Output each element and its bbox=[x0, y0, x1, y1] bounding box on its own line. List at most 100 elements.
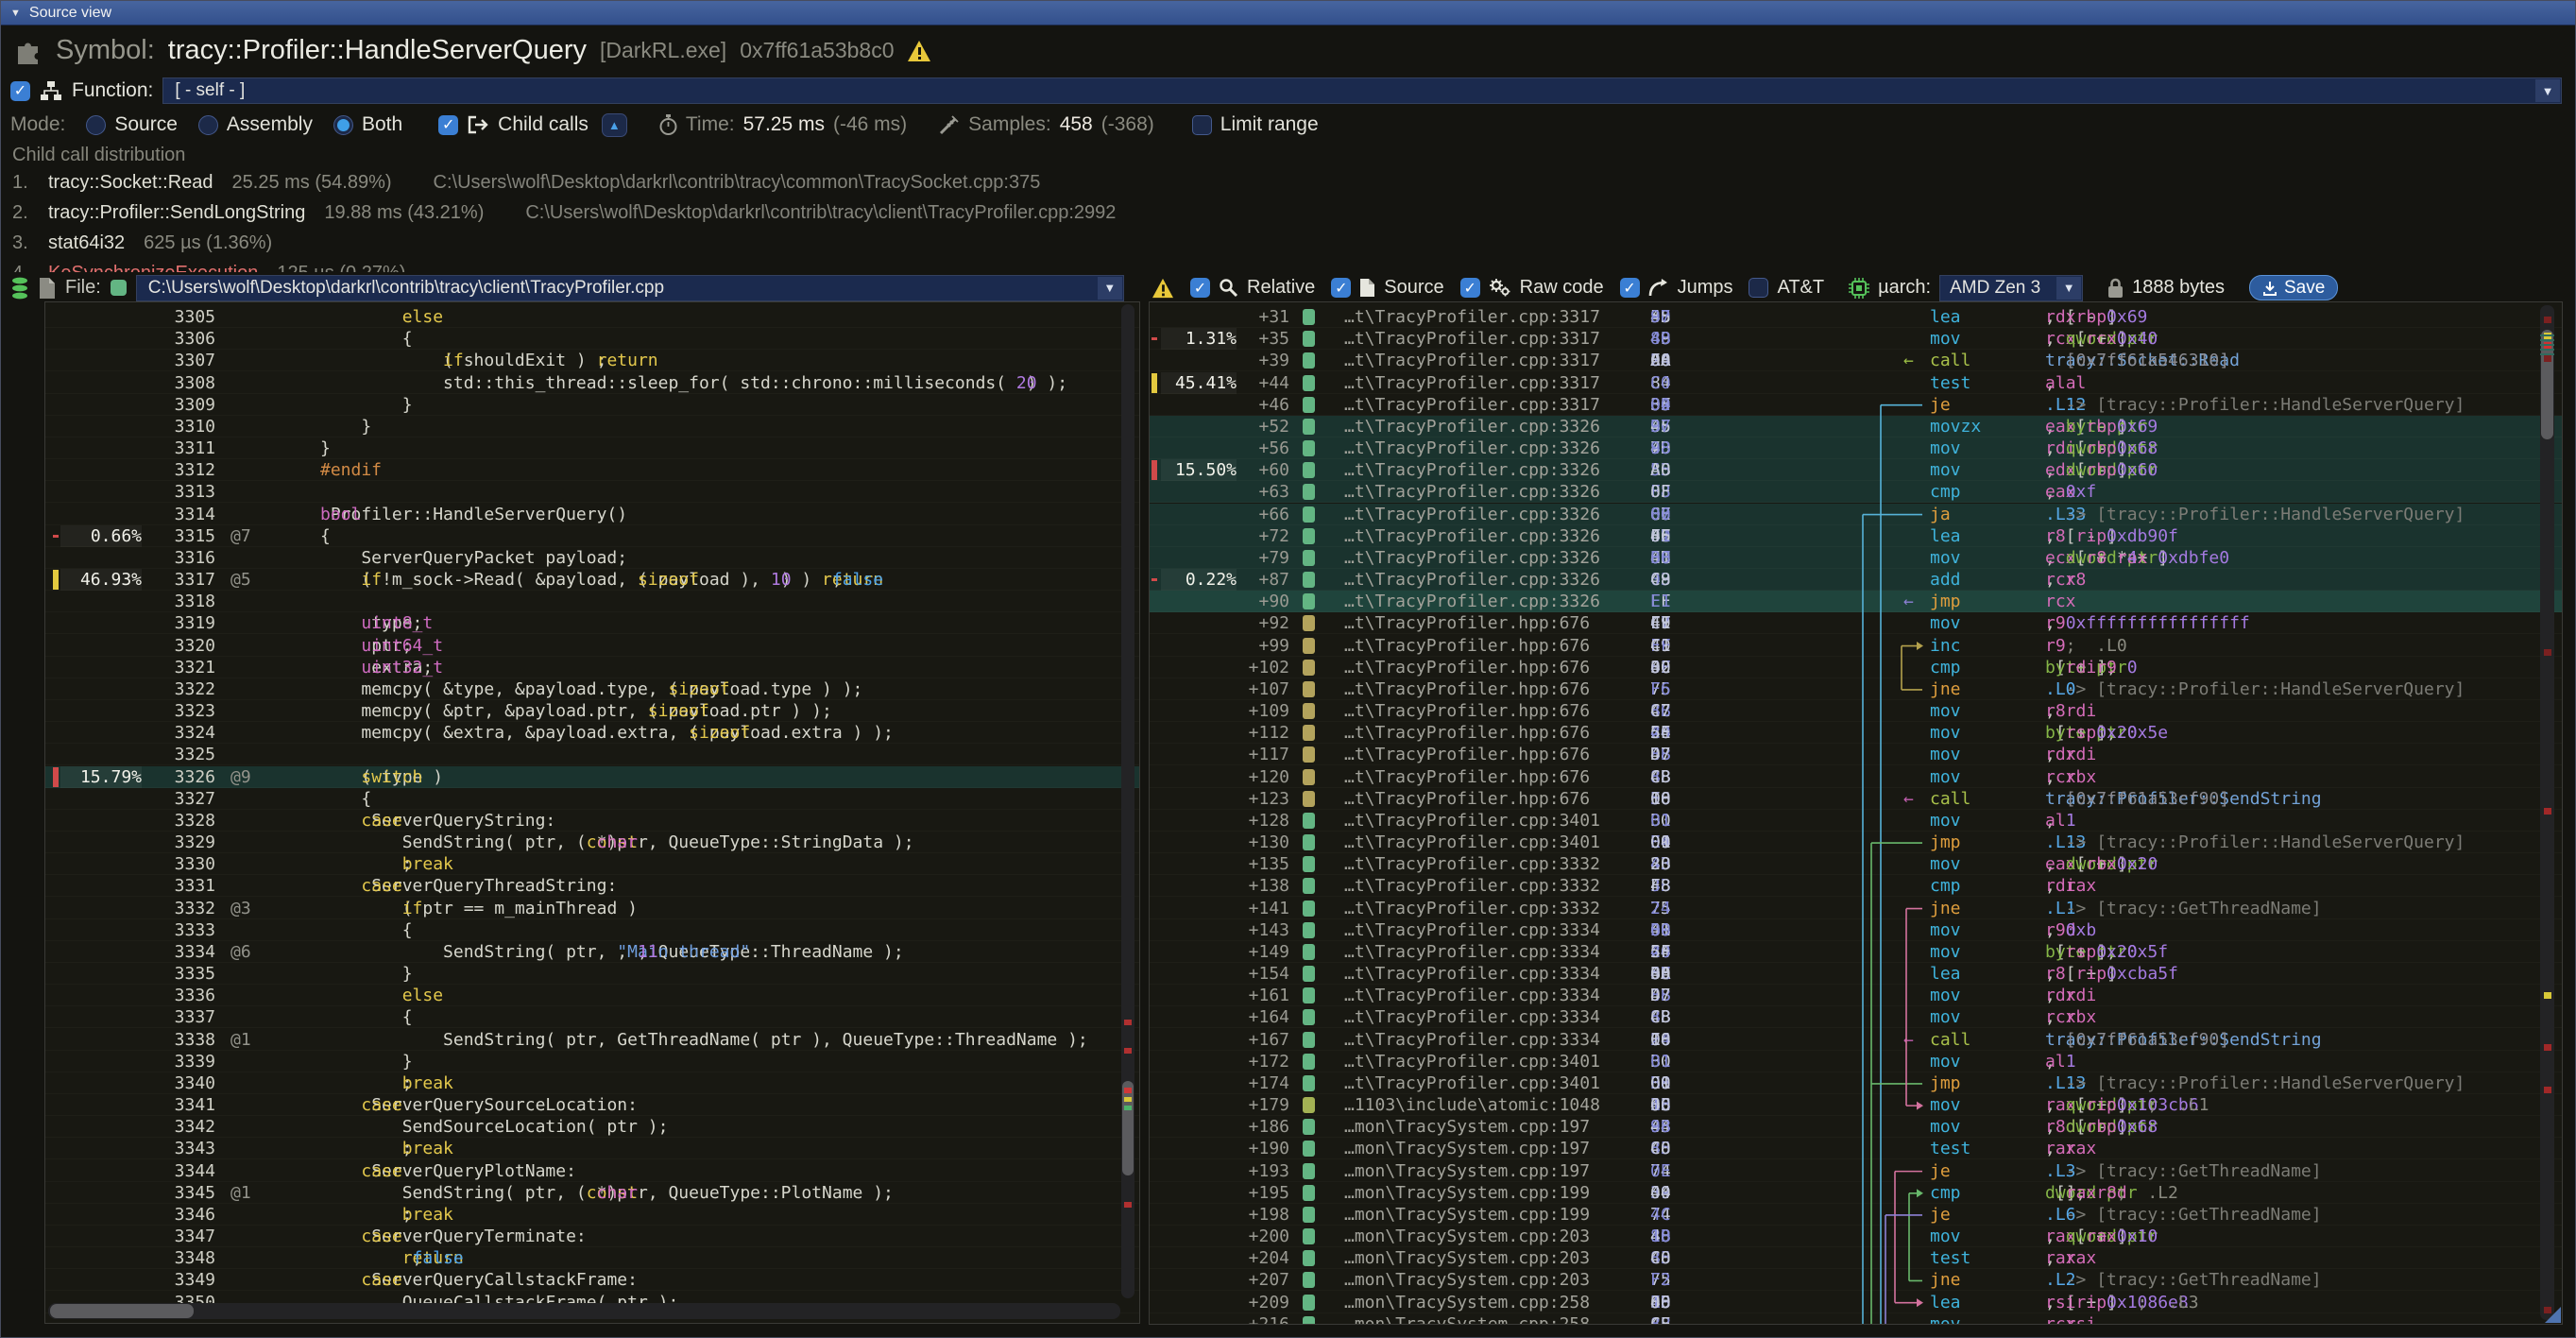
asm-instruction-row[interactable]: 0.22%+87…t\TracyProfiler.cpp:33264903C8a… bbox=[1150, 569, 2562, 591]
asm-instruction-row[interactable]: 15.50%+60…t\TracyProfiler.cpp:33268B55A0… bbox=[1150, 459, 2562, 481]
asm-source-location[interactable]: …t\TracyProfiler.cpp:3334 bbox=[1344, 985, 1600, 1006]
source-line-row[interactable]: 3341 case ServerQuerySourceLocation: bbox=[45, 1094, 1139, 1116]
asm-source-location[interactable]: …t\TracyProfiler.cpp:3332 bbox=[1344, 898, 1600, 919]
asm-instruction-row[interactable]: +128…t\TracyProfiler.cpp:3401B001moval, … bbox=[1150, 810, 2562, 832]
source-line-row[interactable]: 3319 uint8_t type; bbox=[45, 612, 1139, 634]
march-combo[interactable]: AMD Zen 3 ▼ bbox=[1939, 275, 2083, 301]
asm-source-location[interactable]: …t\TracyProfiler.hpp:676 bbox=[1344, 744, 1590, 765]
asm-source-location[interactable]: …t\TracyProfiler.cpp:3326 bbox=[1344, 591, 1600, 612]
asm-source-location[interactable]: …mon\TracySystem.cpp:203 bbox=[1344, 1269, 1590, 1291]
asm-instruction-row[interactable]: +143…t\TracyProfiler.cpp:333441B90B00000… bbox=[1150, 919, 2562, 941]
asm-source-location[interactable]: …mon\TracySystem.cpp:199 bbox=[1344, 1204, 1590, 1226]
file-combo[interactable]: C:\Users\wolf\Desktop\darkrl\contrib\tra… bbox=[136, 275, 1124, 301]
asm-source-location[interactable]: …t\TracyProfiler.hpp:676 bbox=[1344, 700, 1590, 722]
asm-source-location[interactable]: …t\TracyProfiler.cpp:3332 bbox=[1344, 853, 1600, 875]
asm-source-location[interactable]: …t\TracyProfiler.cpp:3334 bbox=[1344, 919, 1600, 941]
source-line-row[interactable]: 3309 } bbox=[45, 394, 1139, 416]
source-line-row[interactable]: 3344 case ServerQueryPlotName: bbox=[45, 1160, 1139, 1182]
asm-instruction-row[interactable]: +92…t\TracyProfiler.hpp:67649C7C1FFFFFFF… bbox=[1150, 612, 2562, 634]
asm-instruction-row[interactable]: +195…mon\TracySystem.cpp:199443900cmpdwo… bbox=[1150, 1182, 2562, 1204]
distribution-item[interactable]: 1.tracy::Socket::Read25.25 ms (54.89%)C:… bbox=[12, 172, 1512, 202]
asm-source-location[interactable]: …t\TracyProfiler.cpp:3334 bbox=[1344, 1006, 1600, 1028]
asm-instruction-row[interactable]: +190…mon\TracySystem.cpp:1974885C0testra… bbox=[1150, 1138, 2562, 1159]
asm-source-location[interactable]: …t\TracyProfiler.cpp:3326 bbox=[1344, 525, 1600, 547]
asm-option-checkbox[interactable]: ✓ bbox=[1749, 278, 1768, 298]
source-line-row[interactable]: 3313 bbox=[45, 481, 1139, 503]
asm-instruction-row[interactable]: +109…t\TracyProfiler.hpp:6764C8BC7movr8,… bbox=[1150, 700, 2562, 722]
collapse-up-button[interactable]: ▲ bbox=[602, 113, 627, 137]
function-checkbox[interactable]: ✓ bbox=[10, 81, 30, 101]
asm-instruction-row[interactable]: +193…mon\TracySystem.cpp:197740Eje.L3 ->… bbox=[1150, 1160, 2562, 1182]
asm-source-location[interactable]: …t\TracyProfiler.hpp:676 bbox=[1344, 635, 1590, 657]
source-line-row[interactable]: 3349 case ServerQueryCallstackFrame: bbox=[45, 1269, 1139, 1291]
asm-instruction-row[interactable]: +174…t\TracyProfiler.cpp:3401E9B8010000j… bbox=[1150, 1072, 2562, 1094]
source-line-row[interactable]: 3322 memcpy( &type, &payload.type, sizeo… bbox=[45, 678, 1139, 700]
asm-instruction-row[interactable]: +172…t\TracyProfiler.cpp:3401B001moval, … bbox=[1150, 1051, 2562, 1072]
asm-source-location[interactable]: …t\TracyProfiler.hpp:676 bbox=[1344, 788, 1590, 810]
source-line-row[interactable]: 3311} bbox=[45, 437, 1139, 459]
source-line-row[interactable]: 3321 uint32_t extra; bbox=[45, 657, 1139, 678]
asm-instruction-row[interactable]: +216…mon\TracySystem.cpp:258488BCEmovrcx… bbox=[1150, 1313, 2562, 1325]
asm-instruction-row[interactable]: +179…1103\include\atomic:1048488B05B63C1… bbox=[1150, 1094, 2562, 1116]
asm-vscrollbar[interactable] bbox=[2540, 305, 2554, 1320]
asm-option-checkbox[interactable]: ✓ bbox=[1331, 278, 1351, 298]
asm-source-location[interactable]: …t\TracyProfiler.cpp:3326 bbox=[1344, 459, 1600, 481]
asm-instruction-row[interactable]: +135…t\TracyProfiler.cpp:33328B4320movea… bbox=[1150, 853, 2562, 875]
asm-source-location[interactable]: …t\TracyProfiler.hpp:676 bbox=[1344, 722, 1590, 744]
asm-source-location[interactable]: …t\TracyProfiler.cpp:3317 bbox=[1344, 350, 1600, 371]
collapse-triangle-icon[interactable]: ▼ bbox=[10, 8, 21, 19]
asm-instruction-row[interactable]: +204…mon\TracySystem.cpp:2034885C0testra… bbox=[1150, 1247, 2562, 1269]
limit-range-checkbox[interactable]: ✓ bbox=[1192, 115, 1212, 135]
source-line-row[interactable]: 3332@3 if( ptr == m_mainThread ) bbox=[45, 898, 1139, 919]
asm-option-checkbox[interactable]: ✓ bbox=[1620, 278, 1640, 298]
asm-source-location[interactable]: …t\TracyProfiler.cpp:3334 bbox=[1344, 941, 1600, 963]
asm-source-location[interactable]: …mon\TracySystem.cpp:197 bbox=[1344, 1138, 1590, 1159]
source-line-row[interactable]: 3340 break; bbox=[45, 1072, 1139, 1094]
asm-instruction-row[interactable]: +198…mon\TracySystem.cpp:199744Cje.L6 ->… bbox=[1150, 1204, 2562, 1226]
asm-instruction-row[interactable]: +107…t\TracyProfiler.hpp:67675F6jne.L0 -… bbox=[1150, 678, 2562, 700]
window-titlebar[interactable]: ▼ Source view bbox=[1, 1, 2575, 26]
asm-instruction-row[interactable]: +79…t\TracyProfiler.cpp:3326418B8C80E0BF… bbox=[1150, 547, 2562, 569]
asm-source-location[interactable]: …t\TracyProfiler.cpp:3317 bbox=[1344, 306, 1600, 328]
asm-instruction-row[interactable]: +112…t\TracyProfiler.hpp:676C64424205Emo… bbox=[1150, 722, 2562, 744]
source-line-row[interactable]: 3325 bbox=[45, 744, 1139, 765]
asm-option-jumps[interactable]: ✓Jumps bbox=[1620, 277, 1733, 299]
source-line-row[interactable]: 3339 } bbox=[45, 1051, 1139, 1072]
asm-source-location[interactable]: …t\TracyProfiler.cpp:3332 bbox=[1344, 875, 1600, 897]
chevron-down-icon[interactable]: ▼ bbox=[2535, 79, 2560, 102]
asm-instruction-row[interactable]: +117…t\TracyProfiler.hpp:676488BD7movrdx… bbox=[1150, 744, 2562, 765]
asm-instruction-row[interactable]: +46…t\TracyProfiler.cpp:33170F8435020000… bbox=[1150, 394, 2562, 416]
asm-instruction-row[interactable]: +141…t\TracyProfiler.cpp:33327524jne.L1 … bbox=[1150, 898, 2562, 919]
source-line-row[interactable]: 3328 case ServerQueryString: bbox=[45, 810, 1139, 832]
asm-instruction-row[interactable]: +123…t\TracyProfiler.hpp:676E850160000←c… bbox=[1150, 788, 2562, 810]
function-combo[interactable]: [ - self - ] ▼ bbox=[162, 77, 2562, 104]
asm-source-location[interactable]: …mon\TracySystem.cpp:203 bbox=[1344, 1247, 1590, 1269]
distribution-item[interactable]: 4.KeSynchronizeExecution125 µs (0.27%) bbox=[12, 263, 1512, 272]
source-line-row[interactable]: 3306 { bbox=[45, 328, 1139, 350]
asm-source-location[interactable]: …t\TracyProfiler.cpp:3401 bbox=[1344, 810, 1600, 832]
source-line-row[interactable]: 3347 case ServerQueryTerminate: bbox=[45, 1226, 1139, 1247]
source-line-row[interactable]: 3314bool Profiler::HandleServerQuery() bbox=[45, 504, 1139, 525]
source-line-row[interactable]: 3307 if( shouldExit ) return; bbox=[45, 350, 1139, 371]
asm-source-location[interactable]: …t\TracyProfiler.cpp:3401 bbox=[1344, 832, 1600, 853]
asm-option-source[interactable]: ✓Source bbox=[1331, 277, 1443, 299]
source-line-row[interactable]: 3318 bbox=[45, 591, 1139, 612]
source-line-row[interactable]: 3333 { bbox=[45, 919, 1139, 941]
source-line-row[interactable]: 3305 else bbox=[45, 306, 1139, 328]
distribution-item[interactable]: 3.stat64i32625 µs (1.36%) bbox=[12, 232, 1512, 263]
asm-instruction-row[interactable]: +200…mon\TracySystem.cpp:203488B4010movr… bbox=[1150, 1226, 2562, 1247]
asm-instruction-row[interactable]: +102…t\TracyProfiler.hpp:67642803C0F00cm… bbox=[1150, 657, 2562, 678]
radio-icon[interactable] bbox=[198, 115, 218, 135]
source-line-row[interactable]: 3336 else bbox=[45, 985, 1139, 1006]
source-line-row[interactable]: 3334@6 SendString( ptr, "Main thread", 1… bbox=[45, 941, 1139, 963]
source-line-row[interactable]: 3316 ServerQueryPacket payload; bbox=[45, 547, 1139, 569]
limit-range-toggle[interactable]: ✓ Limit range bbox=[1192, 113, 1319, 136]
asm-instruction-row[interactable]: +167…t\TracyProfiler.cpp:3334E824160000←… bbox=[1150, 1029, 2562, 1051]
radio-icon[interactable] bbox=[86, 115, 106, 135]
chevron-down-icon[interactable]: ▼ bbox=[2056, 277, 2081, 300]
asm-source-location[interactable]: …mon\TracySystem.cpp:197 bbox=[1344, 1160, 1590, 1182]
source-line-row[interactable]: 3338@1 SendString( ptr, GetThreadName( p… bbox=[45, 1029, 1139, 1051]
asm-instruction-row[interactable]: +63…t\TracyProfiler.cpp:332683F80Fcmpeax… bbox=[1150, 481, 2562, 503]
asm-instruction-row[interactable]: +164…t\TracyProfiler.cpp:3334488BCBmovrc… bbox=[1150, 1006, 2562, 1028]
asm-instruction-row[interactable]: +207…mon\TracySystem.cpp:20375F2jne.L2 -… bbox=[1150, 1269, 2562, 1291]
